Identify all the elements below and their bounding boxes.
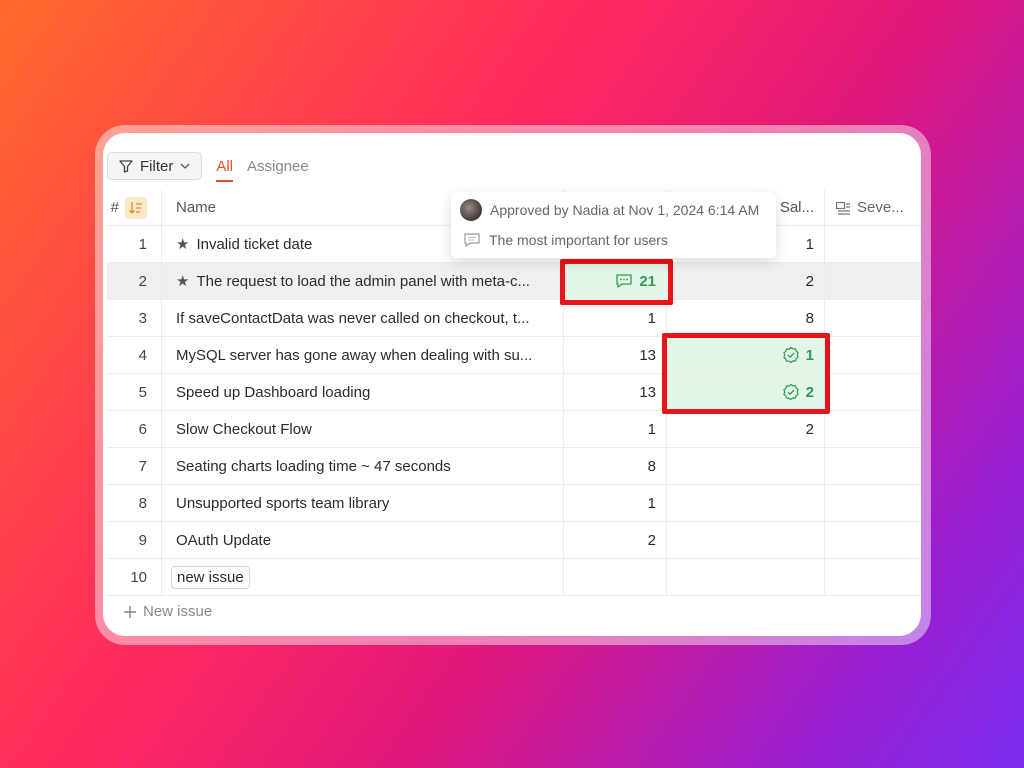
row-col-b[interactable]: 2 <box>667 411 825 447</box>
hash-label: # <box>110 199 119 216</box>
row-name-cell[interactable]: ★ The request to load the admin panel wit… <box>162 263 564 299</box>
header-num[interactable]: # <box>107 190 162 225</box>
new-issue-name-input[interactable]: new issue <box>171 565 250 589</box>
avatar <box>460 199 482 221</box>
row-col-c[interactable] <box>825 226 921 262</box>
row-name: Seating charts loading time ~ 47 seconds <box>176 457 451 475</box>
row-col-c[interactable] <box>825 337 921 373</box>
approval-tooltip: Approved by Nadia at Nov 1, 2024 6:14 AM… <box>451 192 776 258</box>
verified-check-icon <box>782 346 799 364</box>
row-col-a[interactable]: 8 <box>564 448 667 484</box>
table-row[interactable]: 10 new issue <box>107 559 921 596</box>
row-name-cell[interactable]: OAuth Update <box>162 522 564 558</box>
row-name: Speed up Dashboard loading <box>176 383 371 401</box>
row-col-a[interactable]: 13 <box>564 337 667 373</box>
header-col-c[interactable]: Seve... <box>825 190 921 225</box>
row-col-a[interactable]: 1 <box>564 485 667 521</box>
row-col-a[interactable]: 1 <box>564 411 667 447</box>
star-icon: ★ <box>176 273 190 290</box>
row-name-cell[interactable]: Slow Checkout Flow <box>162 411 564 447</box>
row-col-b-approved[interactable]: 1 <box>667 337 825 373</box>
table-row[interactable]: 4 MySQL server has gone away when dealin… <box>107 337 921 374</box>
verified-check-icon <box>782 383 799 401</box>
filter-label: Filter <box>140 157 174 175</box>
row-col-c[interactable] <box>825 374 921 410</box>
row-col-a-value: 21 <box>639 272 656 290</box>
row-col-b-value: 1 <box>805 346 814 364</box>
table-row[interactable]: 7 Seating charts loading time ~ 47 secon… <box>107 448 921 485</box>
tab-assignee[interactable]: Assignee <box>247 152 309 180</box>
tooltip-approval-row: Approved by Nadia at Nov 1, 2024 6:14 AM <box>460 199 759 221</box>
row-name-cell[interactable]: MySQL server has gone away when dealing … <box>162 337 564 373</box>
header-col-c-label: Seve... <box>857 199 904 216</box>
row-number: 6 <box>107 411 162 447</box>
row-number: 7 <box>107 448 162 484</box>
row-number: 10 <box>107 559 162 595</box>
row-name-cell[interactable]: If saveContactData was never called on c… <box>162 300 564 336</box>
filter-button[interactable]: Filter <box>107 152 203 180</box>
new-issue-button[interactable]: New issue <box>123 603 212 620</box>
row-number: 1 <box>107 226 162 262</box>
row-name: Unsupported sports team library <box>176 494 390 512</box>
table-row[interactable]: 6 Slow Checkout Flow 1 2 <box>107 411 921 448</box>
row-col-b[interactable] <box>667 559 825 595</box>
row-col-c[interactable] <box>825 263 921 299</box>
row-number: 3 <box>107 300 162 336</box>
table-row[interactable]: 2 ★ The request to load the admin panel w… <box>107 263 921 300</box>
toolbar: Filter All Assignee <box>107 151 309 182</box>
row-col-b-approved[interactable]: 2 <box>667 374 825 410</box>
table-row[interactable]: 8 Unsupported sports team library 1 <box>107 485 921 522</box>
table-row[interactable]: 3 If saveContactData was never called on… <box>107 300 921 337</box>
row-col-a[interactable]: 13 <box>564 374 667 410</box>
row-col-b-value: 2 <box>805 383 814 401</box>
row-col-b[interactable]: 2 <box>667 263 825 299</box>
row-col-b[interactable]: 8 <box>667 300 825 336</box>
star-icon: ★ <box>176 236 190 253</box>
row-name: OAuth Update <box>176 531 272 549</box>
chevron-down-icon <box>180 163 190 169</box>
row-col-c[interactable] <box>825 448 921 484</box>
filter-icon <box>119 160 133 173</box>
row-name-cell[interactable]: Unsupported sports team library <box>162 485 564 521</box>
row-number: 8 <box>107 485 162 521</box>
table-row[interactable]: 9 OAuth Update 2 <box>107 522 921 559</box>
row-number: 4 <box>107 337 162 373</box>
new-issue-label: New issue <box>143 603 213 620</box>
row-name: Slow Checkout Flow <box>176 420 312 438</box>
tooltip-comment-row: The most important for users <box>463 232 668 248</box>
tooltip-approved-text: Approved by Nadia at Nov 1, 2024 6:14 AM <box>490 202 760 218</box>
column-icon <box>835 201 850 215</box>
sort-icon[interactable] <box>125 196 147 219</box>
row-col-a[interactable]: 1 <box>564 300 667 336</box>
row-col-a[interactable]: 2 <box>564 522 667 558</box>
table-row[interactable]: 5 Speed up Dashboard loading 13 2 <box>107 374 921 411</box>
row-number: 5 <box>107 374 162 410</box>
row-col-c[interactable] <box>825 411 921 447</box>
row-name: The request to load the admin panel with… <box>196 272 530 290</box>
row-col-b[interactable] <box>667 448 825 484</box>
row-col-b[interactable] <box>667 522 825 558</box>
row-col-b[interactable] <box>667 485 825 521</box>
row-name: MySQL server has gone away when dealing … <box>176 346 533 364</box>
row-col-c[interactable] <box>825 300 921 336</box>
row-number: 2 <box>107 263 162 299</box>
row-col-c[interactable] <box>825 522 921 558</box>
row-col-c[interactable] <box>825 559 921 595</box>
row-col-c[interactable] <box>825 485 921 521</box>
row-name-cell[interactable]: Seating charts loading time ~ 47 seconds <box>162 448 564 484</box>
row-col-a-comment[interactable]: 21 <box>564 263 667 299</box>
comment-icon <box>464 233 480 247</box>
plus-icon <box>124 605 136 618</box>
tab-all[interactable]: All <box>216 152 233 182</box>
tooltip-comment-text: The most important for users <box>489 232 668 248</box>
comment-icon <box>616 274 632 288</box>
row-col-a[interactable] <box>564 559 667 595</box>
row-name-cell[interactable]: Speed up Dashboard loading <box>162 374 564 410</box>
row-number: 9 <box>107 522 162 558</box>
row-name-cell[interactable]: new issue <box>162 559 564 595</box>
row-name: Invalid ticket date <box>196 235 313 253</box>
row-name: If saveContactData was never called on c… <box>176 309 530 327</box>
